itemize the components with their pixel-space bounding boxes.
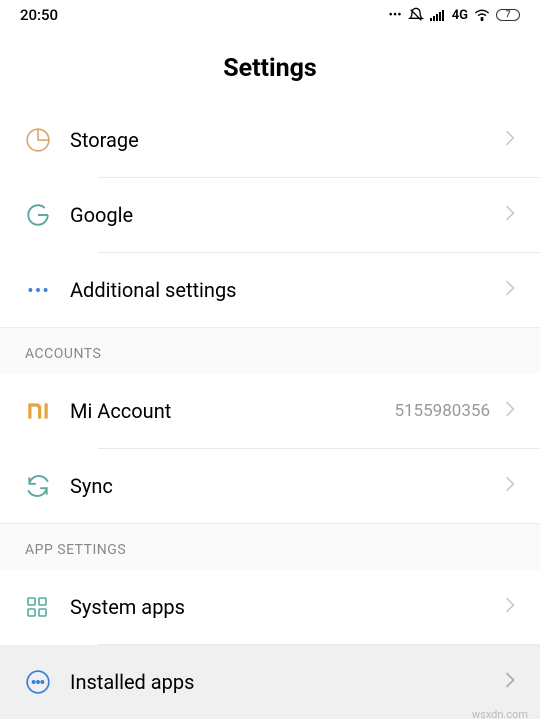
- settings-item-label: Storage: [70, 128, 505, 152]
- settings-item-label: Additional settings: [70, 278, 505, 302]
- page-title: Settings: [0, 30, 540, 103]
- settings-item-label: System apps: [70, 595, 505, 619]
- grid-icon: [25, 595, 70, 619]
- section-header-accounts: ACCOUNTS: [0, 327, 540, 374]
- settings-item-label: Sync: [70, 474, 505, 498]
- status-icons: ••• 4G 7: [389, 7, 520, 23]
- settings-item-label: Installed apps: [70, 670, 505, 694]
- chevron-right-icon: [505, 401, 515, 421]
- settings-item-storage[interactable]: Storage: [0, 103, 540, 177]
- chevron-right-icon: [505, 672, 515, 692]
- chevron-right-icon: [505, 205, 515, 225]
- chevron-right-icon: [505, 476, 515, 496]
- status-time: 20:50: [20, 6, 58, 24]
- battery-icon: 7: [496, 9, 520, 21]
- mute-icon: [408, 7, 424, 23]
- settings-item-system-apps[interactable]: System apps: [0, 570, 540, 644]
- settings-item-installed-apps[interactable]: Installed apps: [0, 645, 540, 719]
- chevron-right-icon: [505, 130, 515, 150]
- google-icon: [25, 202, 70, 228]
- settings-item-google[interactable]: Google: [0, 178, 540, 252]
- watermark: wsxdn.com: [472, 708, 528, 721]
- chevron-right-icon: [505, 597, 515, 617]
- more-icon: •••: [389, 8, 402, 23]
- status-bar: 20:50 ••• 4G 7: [0, 0, 540, 30]
- signal-icon: [430, 9, 446, 21]
- circle-dots-icon: [25, 669, 70, 695]
- dots-icon: [25, 277, 70, 303]
- settings-item-value: 5155980356: [394, 401, 490, 421]
- network-label: 4G: [452, 8, 468, 23]
- chevron-right-icon: [505, 280, 515, 300]
- settings-item-label: Mi Account: [70, 399, 394, 423]
- wifi-icon: [474, 9, 490, 21]
- settings-item-label: Google: [70, 203, 505, 227]
- settings-item-additional[interactable]: Additional settings: [0, 253, 540, 327]
- settings-item-mi-account[interactable]: Mi Account 5155980356: [0, 374, 540, 448]
- sync-icon: [25, 473, 70, 499]
- settings-item-sync[interactable]: Sync: [0, 449, 540, 523]
- mi-icon: [25, 398, 70, 424]
- storage-icon: [25, 127, 70, 153]
- section-header-appsettings: APP SETTINGS: [0, 523, 540, 570]
